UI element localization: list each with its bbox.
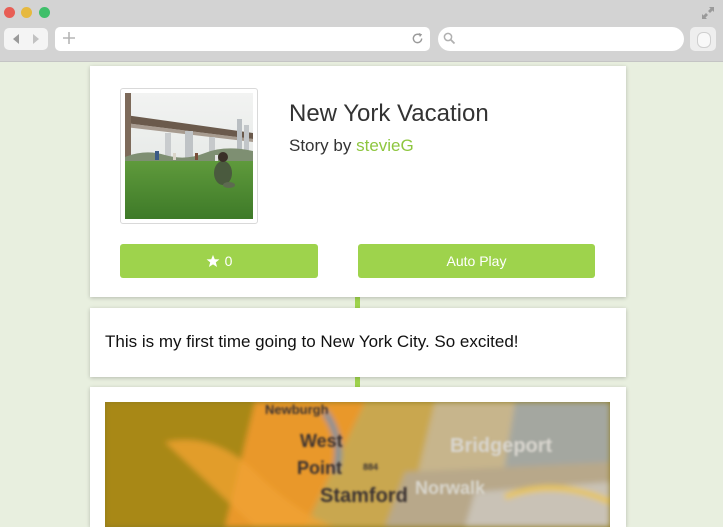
map-label: 884 xyxy=(363,462,378,472)
address-bar[interactable] xyxy=(55,27,430,51)
byline-prefix: Story by xyxy=(289,136,352,155)
timeline-connector xyxy=(355,297,360,308)
close-window-button[interactable] xyxy=(4,7,15,18)
star-icon xyxy=(206,254,220,268)
maximize-window-button[interactable] xyxy=(39,7,50,18)
map-label: Newburgh xyxy=(265,402,329,417)
reload-icon[interactable] xyxy=(411,32,424,45)
story-title: New York Vacation xyxy=(289,100,489,127)
story-text-card: This is my first time going to New York … xyxy=(90,308,626,377)
star-button[interactable]: 0 xyxy=(120,244,318,278)
extension-button[interactable] xyxy=(690,27,716,51)
story-image-card: Newburgh West Point Stamford Norwalk Bri… xyxy=(90,387,626,527)
story-entry-text: This is my first time going to New York … xyxy=(105,332,519,351)
minimize-window-button[interactable] xyxy=(21,7,32,18)
park-photo xyxy=(125,93,253,219)
author-link[interactable]: stevieG xyxy=(356,136,414,155)
browser-chrome xyxy=(0,0,723,62)
map-label: Bridgeport xyxy=(450,435,553,457)
forward-arrow-icon[interactable] xyxy=(32,33,41,45)
map-label: Point xyxy=(297,458,342,478)
map-photo[interactable]: Newburgh West Point Stamford Norwalk Bri… xyxy=(105,402,610,527)
story-byline: Story by stevieG xyxy=(289,136,414,156)
extension-icon xyxy=(697,32,711,48)
map-label: Norwalk xyxy=(415,478,486,498)
star-count: 0 xyxy=(224,253,233,269)
back-arrow-icon[interactable] xyxy=(11,33,20,45)
search-bar[interactable] xyxy=(438,27,684,51)
story-thumbnail[interactable] xyxy=(120,88,258,224)
story-header-card: New York Vacation Story by stevieG 0 Aut… xyxy=(90,66,626,297)
map-image: Newburgh West Point Stamford Norwalk Bri… xyxy=(105,402,610,527)
navigation-buttons xyxy=(4,28,48,50)
fullscreen-icon[interactable] xyxy=(701,6,715,20)
auto-play-button[interactable]: Auto Play xyxy=(358,244,595,278)
plus-icon[interactable] xyxy=(62,31,76,45)
search-icon xyxy=(443,32,456,45)
map-label: West xyxy=(300,431,343,451)
map-label: Stamford xyxy=(320,485,408,507)
timeline-connector xyxy=(355,377,360,387)
